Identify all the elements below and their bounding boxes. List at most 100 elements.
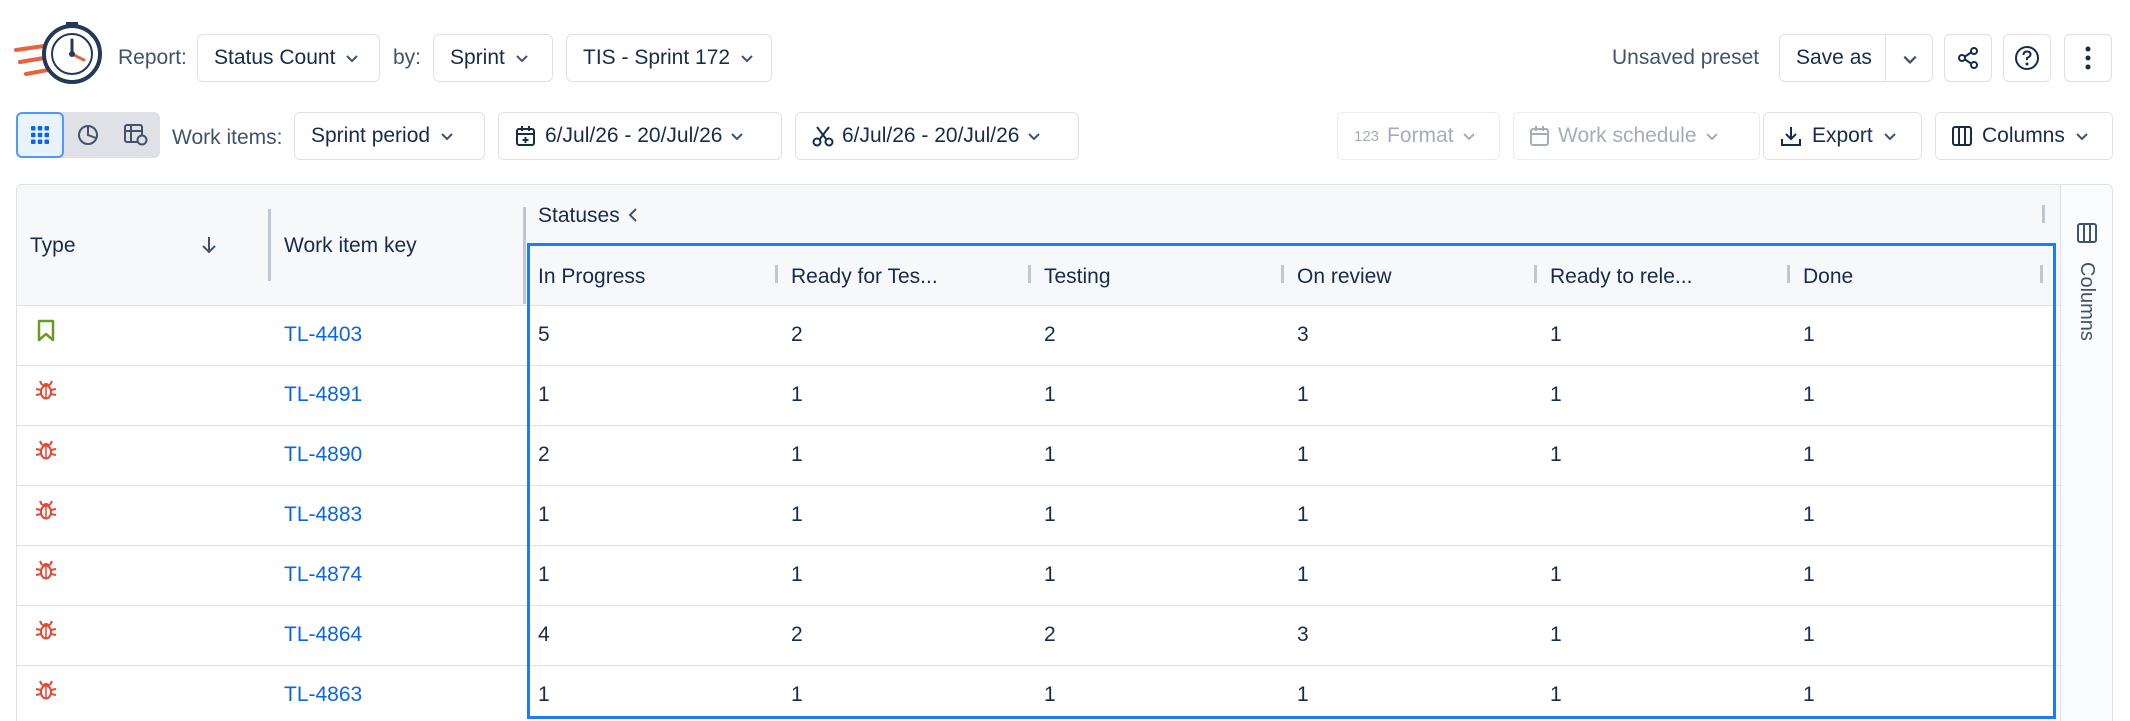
status-count: 1 [1550,323,1562,346]
column-resize-handle[interactable] [2042,205,2045,223]
work-schedule-button[interactable]: Work schedule [1513,112,1760,160]
bug-icon [35,499,57,523]
table-edit-icon [124,124,148,146]
status-count: 1 [1297,563,1309,586]
work-item-key-link[interactable]: TL-4863 [284,683,362,707]
columns-label: Columns [1982,124,2065,147]
bug-icon [35,619,57,643]
column-resize-handle[interactable] [523,207,526,304]
chevron-down-icon [730,129,744,143]
work-item-key-link[interactable]: TL-4403 [284,323,362,347]
save-as-button[interactable]: Save as [1779,34,1887,82]
table-row[interactable]: TL-4890 2 1 1 1 1 1 [17,426,2062,486]
chevron-down-icon [515,51,529,65]
scissors-icon [812,125,834,147]
share-button[interactable] [1944,34,1992,82]
work-item-key-link[interactable]: TL-4891 [284,383,362,407]
help-icon [2014,45,2040,71]
work-item-key-link[interactable]: TL-4883 [284,503,362,527]
table-row[interactable]: TL-4863 1 1 1 1 1 1 [17,666,2062,721]
status-header[interactable]: On review [1297,265,1392,289]
format-button[interactable]: 123 Format [1337,112,1500,160]
grid-view-button[interactable] [16,112,64,158]
status-count: 1 [1550,443,1562,466]
status-header[interactable]: Ready for Tes... [791,265,938,289]
app-logo [14,20,104,92]
pie-chart-icon [77,124,99,146]
column-resize-handle[interactable] [1281,265,1284,283]
save-as-label: Save as [1796,46,1872,69]
grid-icon [30,125,50,145]
period-select-value: Sprint period [311,124,431,147]
status-count: 1 [1297,443,1309,466]
calendar-add-icon [515,125,537,147]
date-range-picker-1[interactable]: 6/Jul/26 - 20/Jul/26 [498,112,782,160]
column-resize-handle[interactable] [1028,265,1031,283]
work-schedule-label: Work schedule [1558,124,1697,147]
status-count: 1 [791,443,803,466]
table-row[interactable]: TL-4891 1 1 1 1 1 1 [17,366,2062,426]
column-resize-handle[interactable] [2040,265,2043,283]
status-count: 1 [1550,683,1562,706]
status-count: 1 [791,683,803,706]
help-button[interactable] [2003,34,2051,82]
work-item-key-link[interactable]: TL-4890 [284,443,362,467]
calendar-icon [1530,126,1550,146]
date-range-picker-2[interactable]: 6/Jul/26 - 20/Jul/26 [795,112,1079,160]
table-row[interactable]: TL-4403 5 2 2 3 1 1 [17,306,2062,366]
status-count: 1 [1297,503,1309,526]
column-resize-handle[interactable] [1534,265,1537,283]
status-header[interactable]: Testing [1044,265,1111,289]
column-resize-handle[interactable] [268,209,271,281]
bug-icon [35,559,57,583]
format-label: Format [1387,124,1454,147]
columns-button[interactable]: Columns [1935,112,2113,160]
columns-side-panel[interactable]: Columns [2060,185,2112,721]
export-button[interactable]: Export [1763,112,1922,160]
collapse-left-icon[interactable] [627,206,639,224]
sort-arrow-down-icon[interactable] [200,235,218,255]
chevron-down-icon [2075,129,2089,143]
status-count: 5 [538,323,550,346]
report-select[interactable]: Status Count [197,34,380,82]
status-count: 1 [1803,623,1815,646]
download-icon [1780,125,1802,147]
chevron-down-icon [1883,129,1897,143]
table-row[interactable]: TL-4883 1 1 1 1 1 [17,486,2062,546]
bug-icon [35,379,57,403]
table-row[interactable]: TL-4874 1 1 1 1 1 1 [17,546,2062,606]
work-item-key-column-header[interactable]: Work item key [284,234,417,258]
status-count: 1 [1803,383,1815,406]
table-settings-view-button[interactable] [112,112,160,158]
status-count: 1 [1550,383,1562,406]
status-header[interactable]: Ready to rele... [1550,265,1692,289]
sprint-select-value: TIS - Sprint 172 [583,46,731,69]
status-count: 1 [1297,683,1309,706]
chart-view-button[interactable] [64,112,112,158]
work-item-key-link[interactable]: TL-4874 [284,563,362,587]
table-row[interactable]: TL-4864 4 2 2 3 1 1 [17,606,2062,666]
view-mode-group [16,112,160,158]
statuses-group-header[interactable]: Statuses [538,204,620,228]
status-count: 1 [1044,443,1056,466]
work-item-key-link[interactable]: TL-4864 [284,623,362,647]
chevron-down-icon [1902,51,1917,65]
save-options-button[interactable] [1885,34,1933,82]
status-count: 1 [1297,383,1309,406]
type-column-header[interactable]: Type [30,234,76,258]
sprint-select[interactable]: TIS - Sprint 172 [566,34,772,82]
status-header[interactable]: In Progress [538,265,645,289]
status-count: 1 [1803,443,1815,466]
column-resize-handle[interactable] [775,265,778,283]
share-icon [1957,47,1979,69]
status-count: 1 [1550,563,1562,586]
status-count: 1 [1550,623,1562,646]
period-select[interactable]: Sprint period [294,112,485,160]
group-by-select[interactable]: Sprint [433,34,553,82]
column-resize-handle[interactable] [1787,265,1790,283]
by-label: by: [393,46,422,69]
status-header[interactable]: Done [1803,265,1853,289]
more-options-button[interactable] [2064,34,2112,82]
chevron-down-icon [1027,129,1041,143]
status-count: 1 [1803,563,1815,586]
